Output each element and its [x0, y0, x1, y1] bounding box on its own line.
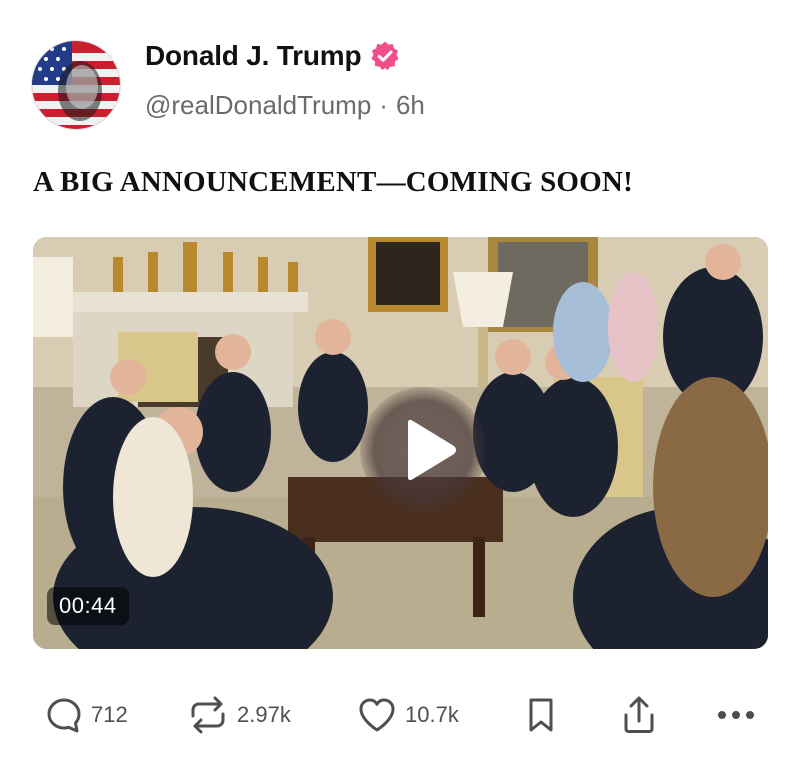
- post-text: A BIG ANNOUNCEMENT—COMING SOON!: [33, 166, 633, 198]
- repost-button[interactable]: 2.97k: [187, 690, 291, 740]
- action-bar: 712 2.97k 10.7k: [0, 690, 800, 740]
- play-button[interactable]: [360, 387, 486, 513]
- video-duration: 00:44: [47, 587, 129, 625]
- author-handle[interactable]: @realDonaldTrump: [145, 90, 371, 120]
- avatar[interactable]: [31, 40, 121, 130]
- bookmark-icon: [529, 698, 553, 732]
- share-icon: [624, 696, 654, 733]
- video-player[interactable]: 00:44: [33, 237, 768, 649]
- reply-count: 712: [91, 702, 128, 727]
- meta-separator: ·: [379, 90, 388, 120]
- repost-icon: [191, 696, 225, 734]
- verified-badge-icon: [369, 40, 401, 72]
- more-options-button[interactable]: [714, 690, 758, 740]
- play-icon: [408, 419, 456, 481]
- like-button[interactable]: 10.7k: [357, 690, 459, 740]
- share-button[interactable]: [620, 690, 658, 740]
- author-name-row[interactable]: Donald J. Trump: [145, 40, 401, 72]
- more-icon: [718, 711, 754, 719]
- repost-count: 2.97k: [237, 702, 291, 727]
- author-display-name[interactable]: Donald J. Trump: [145, 40, 362, 72]
- post-timestamp[interactable]: 6h: [396, 90, 425, 120]
- reply-icon: [47, 698, 81, 733]
- post-card: Donald J. Trump @realDonaldTrump · 6h A BI…: [0, 0, 800, 762]
- heart-icon: [359, 698, 395, 732]
- bookmark-button[interactable]: [524, 690, 558, 740]
- reply-button[interactable]: 712: [45, 690, 128, 740]
- avatar-image: [32, 41, 120, 129]
- author-meta-row: @realDonaldTrump · 6h: [145, 90, 425, 121]
- like-count: 10.7k: [405, 702, 459, 727]
